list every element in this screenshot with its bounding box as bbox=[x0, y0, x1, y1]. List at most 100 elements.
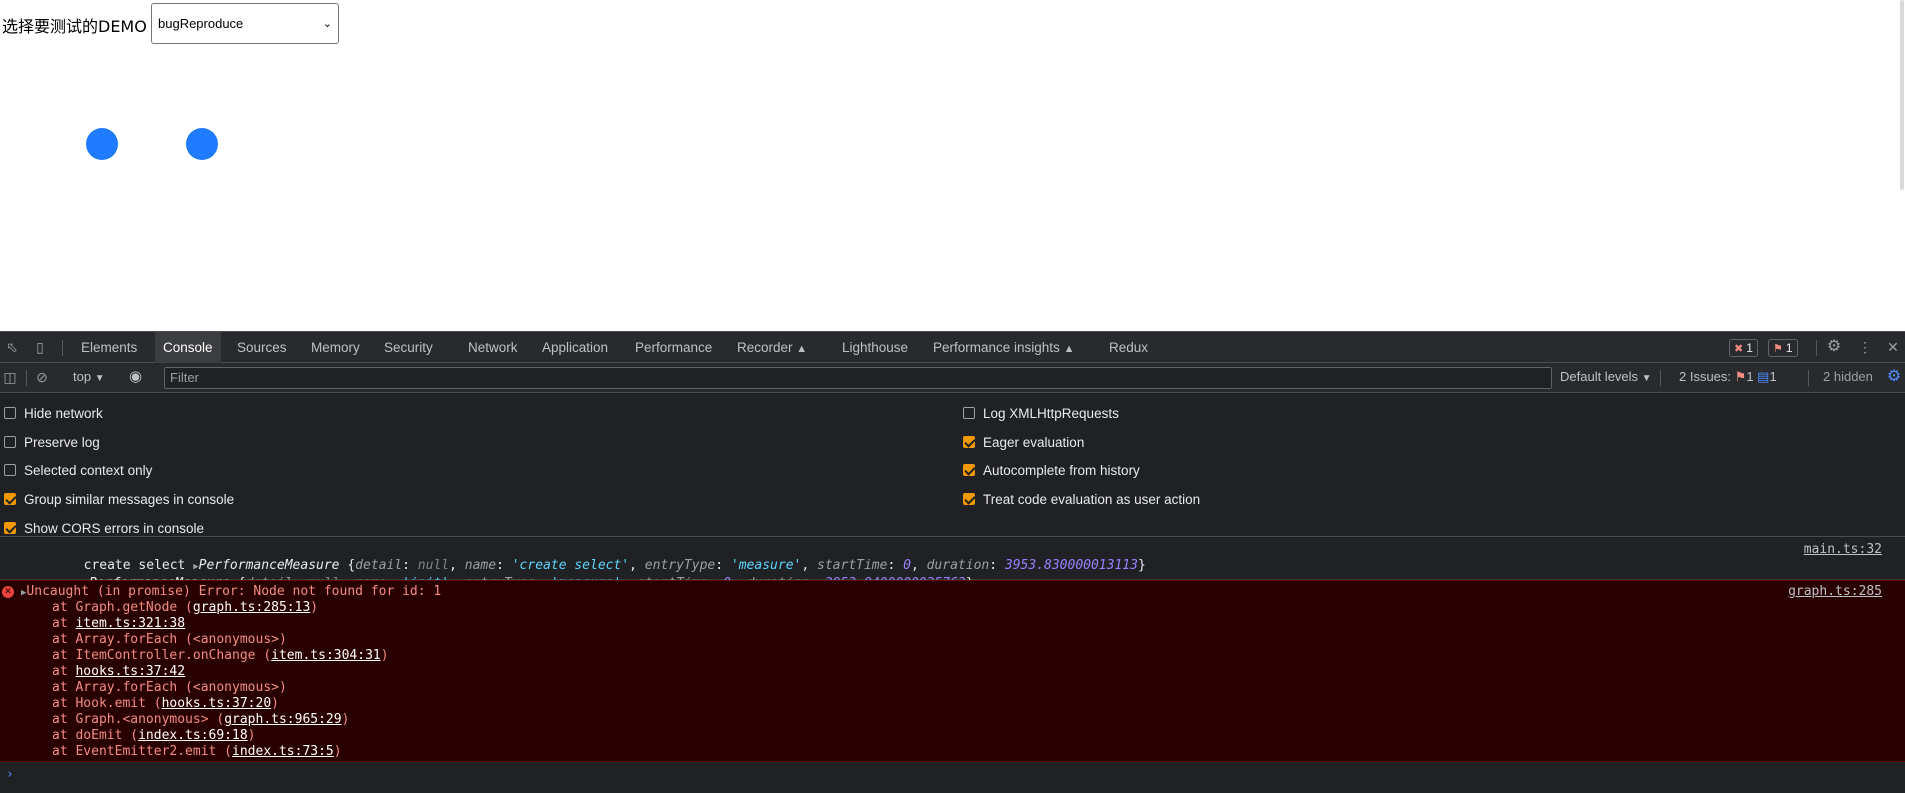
stack-frame: at Array.forEach (<anonymous>) bbox=[52, 632, 287, 648]
checkbox[interactable] bbox=[963, 407, 975, 419]
frame-source-link[interactable]: item.ts:321:38 bbox=[75, 616, 185, 631]
tab-lighthouse[interactable]: Lighthouse bbox=[834, 332, 916, 363]
checkbox[interactable] bbox=[4, 464, 16, 476]
console-settings-pane: Hide network Preserve log Selected conte… bbox=[0, 393, 1905, 537]
error-icon: ✕ bbox=[2, 586, 14, 598]
tab-application[interactable]: Application bbox=[534, 332, 616, 363]
frame-text: ) bbox=[310, 600, 319, 615]
sidebar-toggle-icon[interactable]: ◫ bbox=[2, 369, 18, 385]
frame-text: ) bbox=[380, 648, 389, 663]
frame-source-link[interactable]: index.ts:69:18 bbox=[138, 728, 248, 743]
checkbox[interactable] bbox=[4, 436, 16, 448]
web-page: 选择要测试的DEMO bugReproduce ⌄ bbox=[0, 0, 1905, 331]
option-label: Selected context only bbox=[24, 463, 153, 478]
tab-sources[interactable]: Sources bbox=[229, 332, 295, 363]
option-show-cors-errors[interactable]: Show CORS errors in console bbox=[4, 520, 204, 538]
checkbox[interactable] bbox=[4, 493, 16, 505]
inspect-element-icon[interactable]: ⬁ bbox=[4, 339, 20, 355]
frame-source-link[interactable]: graph.ts:285:13 bbox=[193, 600, 310, 615]
filter-input[interactable]: Filter bbox=[164, 367, 1552, 389]
stack-frame: at Graph.<anonymous> (graph.ts:965:29) bbox=[52, 712, 349, 728]
checkbox[interactable] bbox=[963, 493, 975, 505]
stack-frame: at Hook.emit (hooks.ts:37:20) bbox=[52, 696, 279, 712]
more-vertical-icon[interactable]: ⋮ bbox=[1857, 339, 1873, 355]
console-toolbar: ◫ ⊘ top ▼ ◉ Filter Default levels ▼ 2 Is… bbox=[0, 363, 1905, 393]
frame-text: ) bbox=[271, 696, 279, 711]
divider bbox=[1660, 370, 1661, 386]
option-label: Show CORS errors in console bbox=[24, 521, 205, 536]
frame-text: at Graph.getNode ( bbox=[52, 600, 193, 615]
error-count-badge[interactable]: ✖ 1 bbox=[1729, 339, 1758, 357]
graph-node[interactable] bbox=[86, 128, 118, 160]
frame-source-link[interactable]: index.ts:73:5 bbox=[232, 744, 334, 759]
frame-source-link[interactable]: item.ts:304:31 bbox=[271, 648, 381, 663]
frame-source-link[interactable]: hooks.ts:37:20 bbox=[162, 696, 272, 711]
caret-down-icon: ▼ bbox=[1641, 373, 1652, 384]
console-prompt[interactable]: › bbox=[0, 762, 1905, 793]
source-link[interactable]: main.ts:32 bbox=[1804, 542, 1882, 557]
close-icon[interactable]: ✕ bbox=[1885, 339, 1901, 355]
console-settings-gear-icon[interactable]: ⚙ bbox=[1886, 369, 1902, 385]
frame-text: at Array.forEach (<anonymous>) bbox=[52, 680, 287, 695]
error-message: Uncaught (in promise) Error: Node not fo… bbox=[26, 584, 442, 599]
clear-console-icon[interactable]: ⊘ bbox=[34, 369, 50, 385]
device-toolbar-icon[interactable]: ▯ bbox=[32, 339, 48, 355]
console-log-message: create select ▶PerformanceMeasure {detai… bbox=[0, 537, 1905, 591]
gear-icon[interactable]: ⚙ bbox=[1826, 339, 1842, 355]
option-preserve-log[interactable]: Preserve log bbox=[4, 434, 100, 452]
tab-redux[interactable]: Redux bbox=[1101, 332, 1156, 363]
stack-frame: at ItemController.onChange (item.ts:304:… bbox=[52, 648, 389, 664]
option-eager-evaluation[interactable]: Eager evaluation bbox=[963, 434, 1084, 452]
context-selector[interactable]: top ▼ bbox=[73, 369, 105, 384]
eye-icon[interactable]: ◉ bbox=[129, 367, 142, 385]
option-group-similar[interactable]: Group similar messages in console bbox=[4, 491, 234, 509]
stack-frame: at item.ts:321:38 bbox=[52, 616, 185, 632]
tab-recorder[interactable]: Recorder ▲ bbox=[729, 332, 815, 363]
tab-recorder-label: Recorder bbox=[737, 340, 793, 355]
divider bbox=[1808, 370, 1809, 386]
demo-select[interactable]: bugReproduce ⌄ bbox=[151, 3, 339, 44]
filter-placeholder: Filter bbox=[170, 370, 199, 385]
log-levels-dropdown[interactable]: Default levels ▼ bbox=[1560, 369, 1652, 384]
page-scrollbar[interactable] bbox=[1900, 0, 1904, 190]
issues-button[interactable]: 2 Issues: ⚑1 ▤1 bbox=[1679, 369, 1777, 385]
checkbox[interactable] bbox=[963, 436, 975, 448]
source-link[interactable]: graph.ts:285 bbox=[1788, 584, 1882, 599]
issue-flag-icon: ⚑ bbox=[1734, 369, 1747, 384]
issues-error-count: 1 bbox=[1746, 369, 1754, 384]
tab-memory[interactable]: Memory bbox=[303, 332, 368, 363]
divider bbox=[26, 370, 27, 386]
tab-performance-insights[interactable]: Performance insights ▲ bbox=[925, 332, 1082, 363]
tab-performance[interactable]: Performance bbox=[627, 332, 720, 363]
option-label: Eager evaluation bbox=[983, 435, 1085, 450]
duration: 3953.830000013113 bbox=[1004, 558, 1138, 573]
tab-security[interactable]: Security bbox=[376, 332, 441, 363]
option-label: Hide network bbox=[24, 406, 103, 421]
tab-console[interactable]: Console bbox=[155, 332, 221, 363]
checkbox[interactable] bbox=[4, 522, 16, 534]
frame-text: ) bbox=[247, 728, 256, 743]
option-selected-context-only[interactable]: Selected context only bbox=[4, 462, 152, 480]
option-hide-network[interactable]: Hide network bbox=[4, 405, 103, 423]
console-messages: create select ▶PerformanceMeasure {detai… bbox=[0, 537, 1905, 793]
issue-count-badge[interactable]: ⚑ 1 bbox=[1768, 339, 1798, 357]
flask-icon: ▲ bbox=[796, 343, 808, 355]
option-autocomplete-history[interactable]: Autocomplete from history bbox=[963, 462, 1140, 480]
frame-source-link[interactable]: graph.ts:965:29 bbox=[224, 712, 341, 727]
frame-source-link[interactable]: hooks.ts:37:42 bbox=[75, 664, 185, 679]
option-label: Log XMLHttpRequests bbox=[983, 406, 1119, 421]
tab-network[interactable]: Network bbox=[460, 332, 526, 363]
stack-frame: at Graph.getNode (graph.ts:285:13) bbox=[52, 600, 318, 616]
tab-elements[interactable]: Elements bbox=[73, 332, 145, 363]
frame-text: at EventEmitter2.emit ( bbox=[52, 744, 233, 759]
option-treat-code-eval-user-action[interactable]: Treat code evaluation as user action bbox=[963, 491, 1200, 509]
console-error-message: ✕ ▶Uncaught (in promise) Error: Node not… bbox=[0, 580, 1905, 762]
option-log-xmlhttprequests[interactable]: Log XMLHttpRequests bbox=[963, 405, 1119, 423]
option-label: Preserve log bbox=[24, 435, 100, 450]
checkbox[interactable] bbox=[963, 464, 975, 476]
option-label: Treat code evaluation as user action bbox=[983, 492, 1201, 507]
demo-select-value: bugReproduce bbox=[158, 16, 244, 31]
checkbox[interactable] bbox=[4, 407, 16, 419]
graph-node[interactable] bbox=[186, 128, 218, 160]
hidden-count: 2 hidden bbox=[1823, 369, 1873, 384]
